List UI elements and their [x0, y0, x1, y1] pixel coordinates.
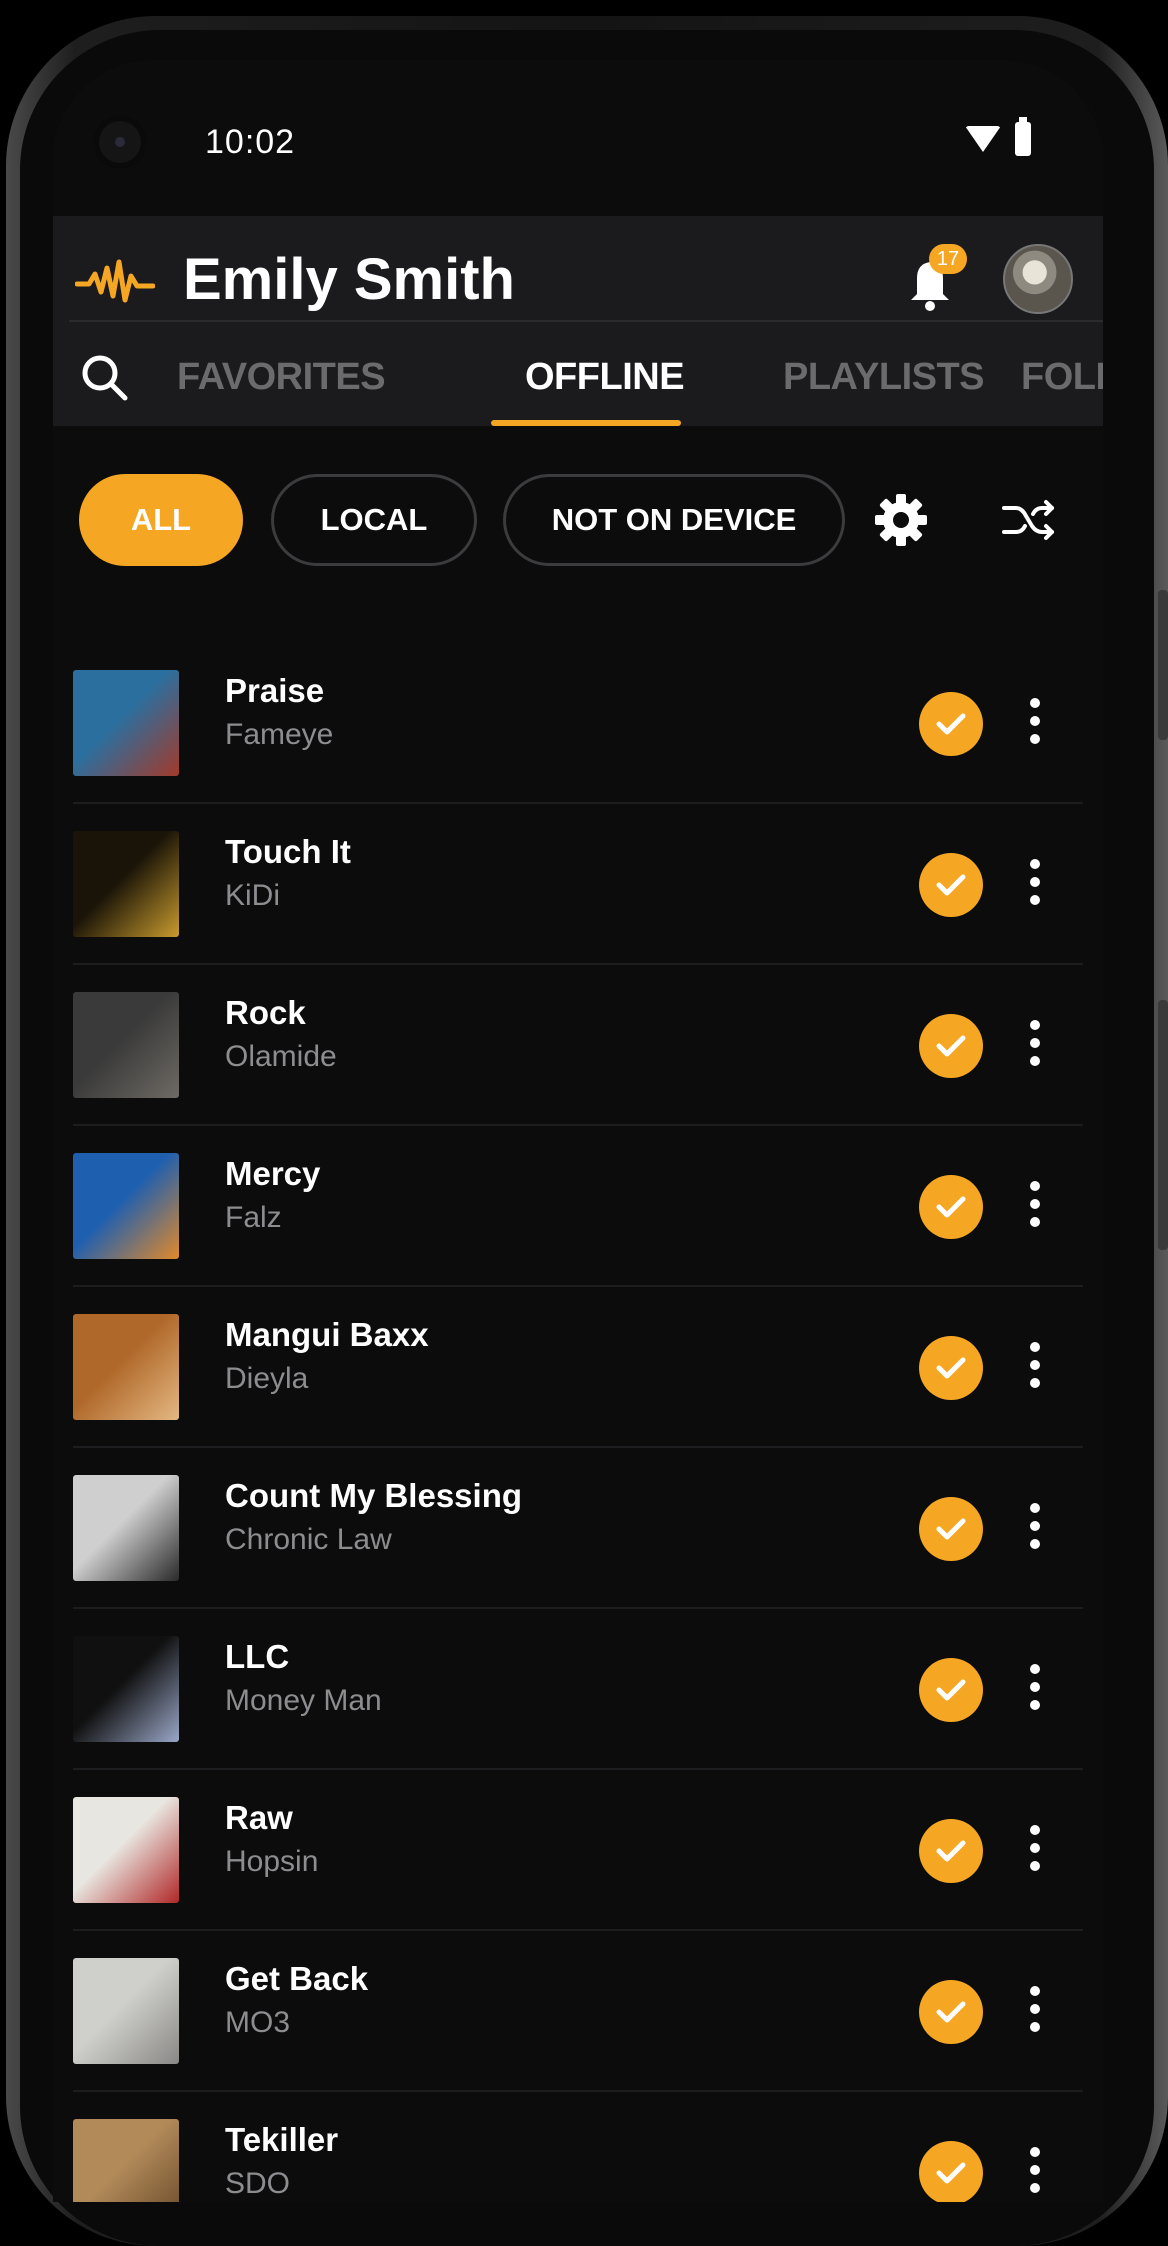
tab-following[interactable]: FOLLOWING — [1021, 356, 1103, 399]
row-divider — [73, 963, 1083, 965]
wifi-icon — [965, 126, 1001, 152]
volume-button — [1158, 590, 1168, 740]
system-icons — [965, 117, 1031, 156]
track-row[interactable]: Get Back MO3 — [53, 1958, 1103, 2119]
album-art — [73, 1636, 179, 1742]
track-title: Praise — [225, 672, 325, 709]
more-vertical-icon[interactable] — [1029, 1664, 1041, 1714]
tab-offline[interactable]: OFFLINE — [525, 356, 685, 399]
status-time: 10:02 — [205, 123, 296, 161]
album-art — [73, 1314, 179, 1420]
row-divider — [73, 2090, 1083, 2092]
header-divider — [69, 320, 1103, 322]
album-art — [73, 1475, 179, 1581]
track-title: LLC — [225, 1638, 290, 1675]
more-vertical-icon[interactable] — [1029, 2147, 1041, 2197]
row-divider — [73, 1929, 1083, 1931]
track-artist: MO3 — [225, 2006, 291, 2039]
track-row[interactable]: Touch It KiDi — [53, 831, 1103, 992]
track-row[interactable]: Count My Blessing Chronic Law — [53, 1475, 1103, 1636]
power-button — [1158, 1000, 1168, 1250]
row-divider — [73, 1285, 1083, 1287]
tab-playlists[interactable]: PLAYLISTS — [783, 356, 985, 399]
user-name: Emily Smith — [183, 247, 515, 312]
check-circle-icon — [919, 1658, 983, 1722]
album-art — [73, 670, 179, 776]
more-vertical-icon[interactable] — [1029, 1825, 1041, 1875]
track-row[interactable]: Praise Fameye — [53, 670, 1103, 831]
track-artist: Dieyla — [225, 1362, 309, 1395]
row-divider — [73, 1768, 1083, 1770]
check-circle-icon — [919, 1336, 983, 1400]
more-vertical-icon[interactable] — [1029, 1181, 1041, 1231]
more-vertical-icon[interactable] — [1029, 1342, 1041, 1392]
filter-chip-local[interactable]: LOCAL — [271, 474, 477, 566]
track-row[interactable]: Mangui Baxx Dieyla — [53, 1314, 1103, 1475]
track-title: Touch It — [225, 833, 351, 870]
filter-chip-not-on-device[interactable]: NOT ON DEVICE — [503, 474, 845, 566]
track-row[interactable]: LLC Money Man — [53, 1636, 1103, 1797]
check-circle-icon — [919, 1980, 983, 2044]
track-artist: Chronic Law — [225, 1523, 392, 1556]
track-title: Get Back — [225, 1960, 369, 1997]
check-circle-icon — [919, 1819, 983, 1883]
track-artist: Falz — [225, 1201, 282, 1234]
more-vertical-icon[interactable] — [1029, 1503, 1041, 1553]
track-artist: Fameye — [225, 718, 334, 751]
track-row[interactable]: Tekiller SDO — [53, 2119, 1103, 2202]
more-vertical-icon[interactable] — [1029, 1020, 1041, 1070]
check-circle-icon — [919, 692, 983, 756]
track-row[interactable]: Mercy Falz — [53, 1153, 1103, 1314]
album-art — [73, 831, 179, 937]
album-art — [73, 1153, 179, 1259]
track-artist: SDO — [225, 2167, 291, 2200]
track-row[interactable]: Raw Hopsin — [53, 1797, 1103, 1958]
check-circle-icon — [919, 1497, 983, 1561]
check-circle-icon — [919, 1175, 983, 1239]
status-bar: 10:02 — [53, 60, 1103, 216]
gear-icon[interactable] — [871, 490, 931, 550]
more-vertical-icon[interactable] — [1029, 859, 1041, 909]
track-artist: Hopsin — [225, 1845, 319, 1878]
row-divider — [73, 1124, 1083, 1126]
track-title: Rock — [225, 994, 306, 1031]
row-divider — [73, 1446, 1083, 1448]
track-title: Tekiller — [225, 2121, 339, 2158]
track-title: Raw — [225, 1799, 293, 1836]
more-vertical-icon[interactable] — [1029, 698, 1041, 748]
filter-bar: ALL LOCAL NOT ON DEVICE — [53, 426, 1103, 576]
search-icon[interactable] — [75, 348, 135, 408]
track-title: Mangui Baxx — [225, 1316, 429, 1353]
track-title: Count My Blessing — [225, 1477, 523, 1514]
album-art — [73, 2119, 179, 2202]
album-art — [73, 1797, 179, 1903]
app-header: Emily Smith 17 FAVORITES OFFLINE PLAYLIS… — [53, 216, 1103, 426]
track-row[interactable]: Rock Olamide — [53, 992, 1103, 1153]
album-art — [73, 992, 179, 1098]
shuffle-icon[interactable] — [1000, 492, 1058, 548]
track-artist: Money Man — [225, 1684, 382, 1717]
battery-icon — [1015, 117, 1031, 156]
audiomack-logo-icon — [75, 259, 155, 303]
app-screen: 10:02 Emily Smith 17 FAVORITES OFFLINE P… — [53, 60, 1103, 2202]
check-circle-icon — [919, 1014, 983, 1078]
filter-chip-all[interactable]: ALL — [79, 474, 243, 566]
track-artist: Olamide — [225, 1040, 337, 1073]
track-artist: KiDi — [225, 879, 281, 912]
album-art — [73, 1958, 179, 2064]
row-divider — [73, 802, 1083, 804]
row-divider — [73, 1607, 1083, 1609]
check-circle-icon — [919, 2141, 983, 2202]
avatar[interactable] — [1003, 244, 1073, 314]
track-title: Mercy — [225, 1155, 321, 1192]
notification-badge: 17 — [929, 244, 967, 274]
more-vertical-icon[interactable] — [1029, 1986, 1041, 2036]
check-circle-icon — [919, 853, 983, 917]
front-camera — [93, 115, 147, 169]
tab-favorites[interactable]: FAVORITES — [177, 356, 386, 399]
